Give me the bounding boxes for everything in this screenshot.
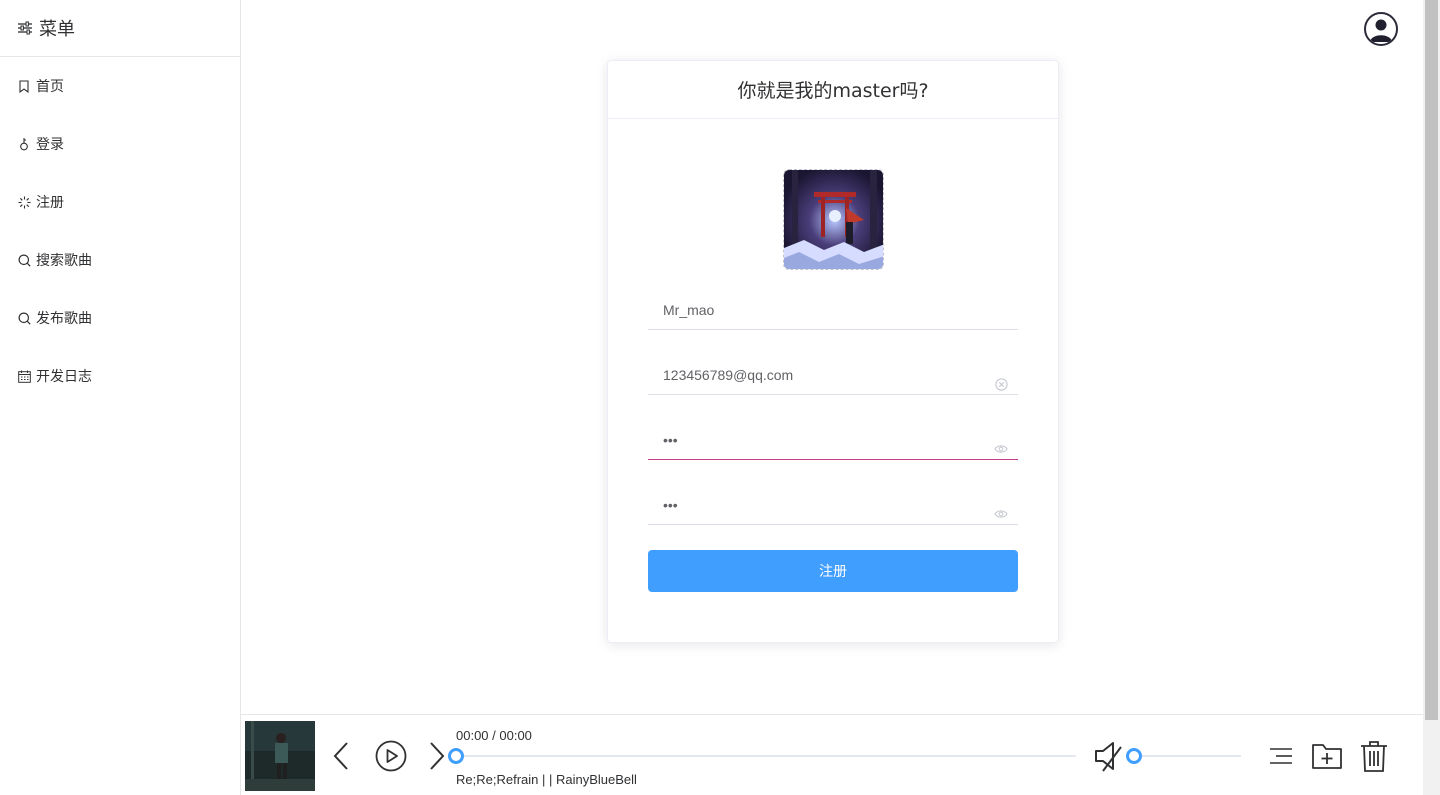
delete-button[interactable] <box>1359 739 1389 773</box>
add-folder-button[interactable] <box>1311 740 1343 770</box>
register-card: 你就是我的master吗? Mr_mao 123456789@qq.com 注册 <box>607 60 1059 643</box>
sidebar: 菜单 首页 登录 注册 搜索歌曲 发布歌曲 开发日志 <box>0 0 241 795</box>
sliders-icon <box>18 21 32 35</box>
playback-time: 00:00 / 00:00 <box>456 728 532 743</box>
progress-slider-handle[interactable] <box>448 748 464 764</box>
sidebar-item-label: 首页 <box>36 79 64 95</box>
password-input[interactable] <box>648 420 1018 459</box>
anime-avatar-image <box>784 170 883 269</box>
key-icon <box>17 137 31 151</box>
chevron-left-icon <box>333 742 348 770</box>
next-button[interactable] <box>429 741 445 771</box>
eye-icon[interactable] <box>994 507 1008 521</box>
register-button[interactable]: 注册 <box>648 550 1018 592</box>
song-title: Re;Re;Refrain | | RainyBlueBell <box>456 772 637 787</box>
volume-slider-handle[interactable] <box>1126 748 1142 764</box>
playlist-icon <box>1270 748 1292 764</box>
progress-slider[interactable] <box>448 748 1076 764</box>
sidebar-item-label: 登录 <box>36 137 64 153</box>
calendar-icon <box>17 369 31 383</box>
search-icon <box>17 253 31 267</box>
folder-add-icon <box>1312 744 1342 769</box>
previous-button[interactable] <box>333 741 349 771</box>
username-input[interactable] <box>648 290 1018 329</box>
search-icon <box>17 311 31 325</box>
loading-icon <box>17 195 31 209</box>
email-input[interactable] <box>648 355 1018 394</box>
sidebar-item-login[interactable]: 登录 <box>0 115 240 173</box>
scrollbar-thumb[interactable] <box>1425 0 1438 720</box>
sidebar-item-dev-log[interactable]: 开发日志 <box>0 347 240 405</box>
sidebar-item-home[interactable]: 首页 <box>0 57 240 115</box>
username-field[interactable] <box>648 290 1018 330</box>
sidebar-item-label: 开发日志 <box>36 369 92 385</box>
card-title: 你就是我的master吗? <box>608 61 1058 119</box>
album-cover-image <box>245 721 315 791</box>
music-player: 00:00 / 00:00 Re;Re;Refrain | | RainyBlu… <box>241 714 1423 795</box>
sidebar-item-search-songs[interactable]: 搜索歌曲 <box>0 231 240 289</box>
volume-slider[interactable] <box>1126 748 1241 764</box>
muted-speaker-icon <box>1095 742 1122 772</box>
email-field[interactable] <box>648 355 1018 395</box>
sidebar-item-label: 发布歌曲 <box>36 311 92 327</box>
password-field[interactable] <box>648 420 1018 460</box>
confirm-password-input[interactable] <box>648 485 1018 524</box>
play-circle-icon <box>375 740 407 772</box>
sidebar-item-label: 搜索歌曲 <box>36 253 92 269</box>
eye-icon[interactable] <box>994 442 1008 456</box>
page-scrollbar[interactable] <box>1423 0 1440 795</box>
avatar-upload[interactable] <box>783 169 884 270</box>
sidebar-header: 菜单 <box>0 0 240 57</box>
confirm-password-field[interactable] <box>648 485 1018 525</box>
clear-icon[interactable] <box>994 377 1008 391</box>
trash-icon <box>1361 741 1387 772</box>
playlist-button[interactable] <box>1268 746 1294 766</box>
chevron-right-icon <box>430 742 445 770</box>
bookmark-icon <box>17 79 31 93</box>
user-avatar[interactable] <box>1364 12 1398 46</box>
main-content: 你就是我的master吗? Mr_mao 123456789@qq.com 注册 <box>241 0 1423 714</box>
sidebar-title: 菜单 <box>39 19 75 40</box>
play-button[interactable] <box>375 740 407 772</box>
mute-button[interactable] <box>1093 739 1125 773</box>
sidebar-item-register[interactable]: 注册 <box>0 173 240 231</box>
sidebar-item-label: 注册 <box>36 195 64 211</box>
user-icon <box>1370 19 1392 42</box>
album-cover <box>245 721 315 791</box>
sidebar-item-publish-songs[interactable]: 发布歌曲 <box>0 289 240 347</box>
